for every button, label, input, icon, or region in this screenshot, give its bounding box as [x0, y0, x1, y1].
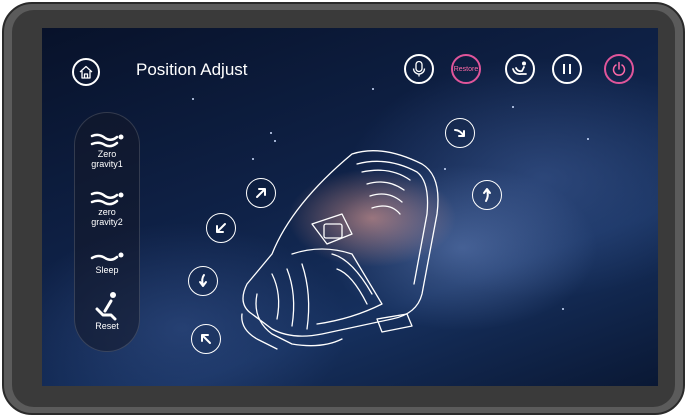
microphone-button[interactable]	[404, 54, 434, 84]
arrow-curved-down-icon	[199, 274, 207, 287]
star	[372, 88, 374, 90]
mode-label: Reset	[95, 321, 119, 331]
recline-person-icon	[512, 61, 527, 76]
microphone-icon	[412, 60, 426, 77]
star	[587, 138, 589, 140]
arrow-curved-up-icon	[483, 188, 491, 202]
star	[512, 106, 514, 108]
mode-label: gravity2	[91, 217, 123, 227]
position-mode-panel: Zero gravity1 zero gravity2 Sleep Reset	[74, 112, 140, 352]
arrow-up-left-icon	[201, 334, 211, 344]
legrest-extend-button[interactable]	[191, 324, 221, 354]
screen: Position Adjust Restore Zero gravity1 ze…	[42, 28, 658, 386]
mode-label: zero	[98, 207, 116, 217]
sleep-button[interactable]: Sleep	[75, 247, 139, 275]
reset-seat-icon	[95, 292, 117, 321]
recline-up-button[interactable]	[472, 180, 502, 210]
massage-chair-illustration	[241, 150, 439, 350]
star	[274, 140, 276, 142]
star	[562, 308, 564, 310]
pause-icon	[563, 64, 571, 74]
home-button[interactable]	[72, 58, 100, 86]
reset-button[interactable]: Reset	[75, 291, 139, 331]
legrest-down-button[interactable]	[188, 266, 218, 296]
zero-gravity2-button[interactable]: zero gravity2	[75, 189, 139, 227]
home-icon	[79, 65, 93, 79]
arrow-down-left-icon	[216, 223, 226, 233]
power-icon	[612, 61, 626, 76]
restore-button[interactable]: Restore	[451, 54, 481, 84]
page-title: Position Adjust	[136, 60, 248, 79]
mode-label: gravity1	[91, 159, 123, 169]
restore-label: Restore	[453, 65, 479, 73]
star	[270, 132, 272, 134]
mode-label: Sleep	[95, 265, 119, 275]
zero-gravity-icon	[90, 133, 124, 148]
arrow-down-right-icon	[454, 129, 465, 137]
star	[192, 98, 194, 100]
power-button[interactable]	[604, 54, 634, 84]
mode-label: Zero	[97, 149, 117, 159]
zero-gravity1-button[interactable]: Zero gravity1	[75, 131, 139, 169]
massage-mode-button[interactable]	[505, 54, 535, 84]
pause-button[interactable]	[552, 54, 582, 84]
zero-gravity-icon	[90, 191, 124, 206]
sleep-icon	[90, 252, 124, 261]
